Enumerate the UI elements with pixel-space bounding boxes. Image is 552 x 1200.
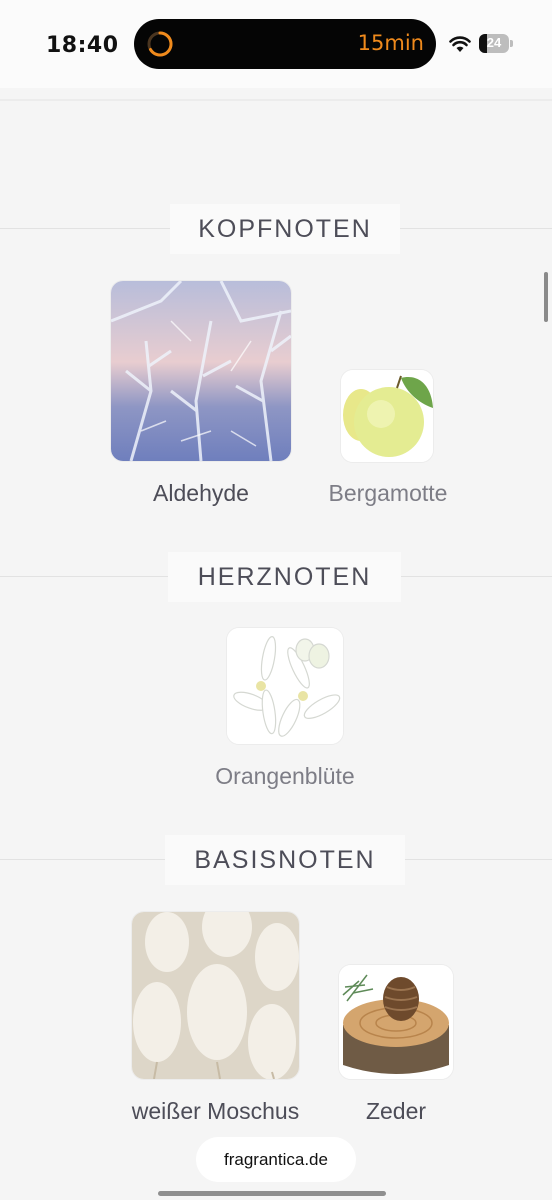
battery-icon: 24 [479,34,509,53]
note-label-weisser-moschus[interactable]: weißer Moschus [108,1098,323,1125]
frost-crystals-image[interactable] [111,281,291,461]
source-link[interactable]: fragrantica.de [196,1137,356,1182]
status-time: 18:40 [46,33,119,58]
wifi-icon [449,36,471,52]
bergamot-fruit-image[interactable] [341,370,433,462]
timer-icon [147,31,173,57]
orange-blossom-image[interactable] [227,628,343,744]
header-divider [0,99,552,101]
dynamic-island-timer[interactable]: 15min [134,19,436,69]
section-title-top-notes: KOPFNOTEN [170,204,400,254]
battery-level: 24 [486,35,502,50]
note-label-aldehyde[interactable]: Aldehyde [111,480,291,507]
timer-text: 15min [357,31,424,55]
white-fluffy-grass-image[interactable] [132,912,299,1079]
note-label-bergamotte[interactable]: Bergamotte [306,480,470,507]
cedar-wood-slice-image[interactable] [339,965,453,1079]
section-title-heart-notes: HERZNOTEN [168,552,401,602]
note-label-orangenbluete[interactable]: Orangenblüte [185,763,385,790]
battery-cap [510,40,513,47]
note-label-zeder[interactable]: Zeder [346,1098,446,1125]
section-title-base-notes: BASISNOTEN [165,835,405,885]
status-bar: 18:40 15min 24 [0,0,552,88]
scrollbar[interactable] [544,272,548,322]
home-indicator[interactable] [158,1191,386,1196]
